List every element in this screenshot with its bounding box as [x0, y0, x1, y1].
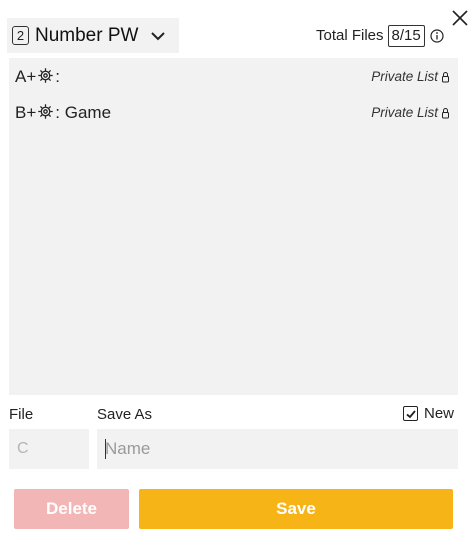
total-files-count: 8/15: [387, 25, 425, 47]
file-field[interactable]: [9, 429, 89, 469]
lock-icon: [442, 108, 449, 119]
mode-dropdown[interactable]: 2 Number PW: [7, 18, 179, 53]
total-files-label: Total Files: [316, 27, 384, 44]
list-item[interactable]: A+: Private List: [9, 59, 458, 95]
item-prefix: B: [15, 103, 27, 122]
close-button[interactable]: [448, 6, 472, 30]
lock-icon: [442, 72, 449, 83]
file-label: File: [9, 406, 34, 423]
item-label: : Game: [55, 103, 112, 122]
item-tag: Private List: [371, 69, 450, 85]
item-tag: Private List: [371, 105, 450, 121]
new-checkbox[interactable]: [403, 406, 418, 421]
new-label: New: [424, 405, 455, 422]
list-item[interactable]: B+: Game Private List: [9, 95, 458, 131]
item-name: B+: Game: [15, 103, 112, 122]
mode-label: Number PW: [35, 25, 139, 46]
check-icon: [405, 409, 416, 418]
delete-button[interactable]: Delete: [14, 489, 129, 529]
new-toggle[interactable]: New: [403, 405, 454, 422]
item-prefix: A: [15, 67, 27, 86]
chevron-down-icon: [151, 32, 165, 41]
item-name: A+:: [15, 67, 61, 86]
total-files: Total Files 8/15: [316, 24, 444, 48]
file-list[interactable]: A+: Private List B+: Game Private List: [9, 58, 458, 395]
mode-number-badge: 2: [12, 26, 29, 45]
save-button[interactable]: Save: [139, 489, 453, 529]
item-label: :: [55, 67, 61, 86]
gear-icon: [38, 68, 54, 83]
text-cursor: [105, 439, 106, 459]
save-as-label: Save As: [97, 406, 153, 423]
info-icon[interactable]: [430, 29, 444, 43]
name-input[interactable]: [97, 429, 458, 469]
close-icon: [452, 10, 468, 26]
gear-icon: [38, 104, 54, 119]
